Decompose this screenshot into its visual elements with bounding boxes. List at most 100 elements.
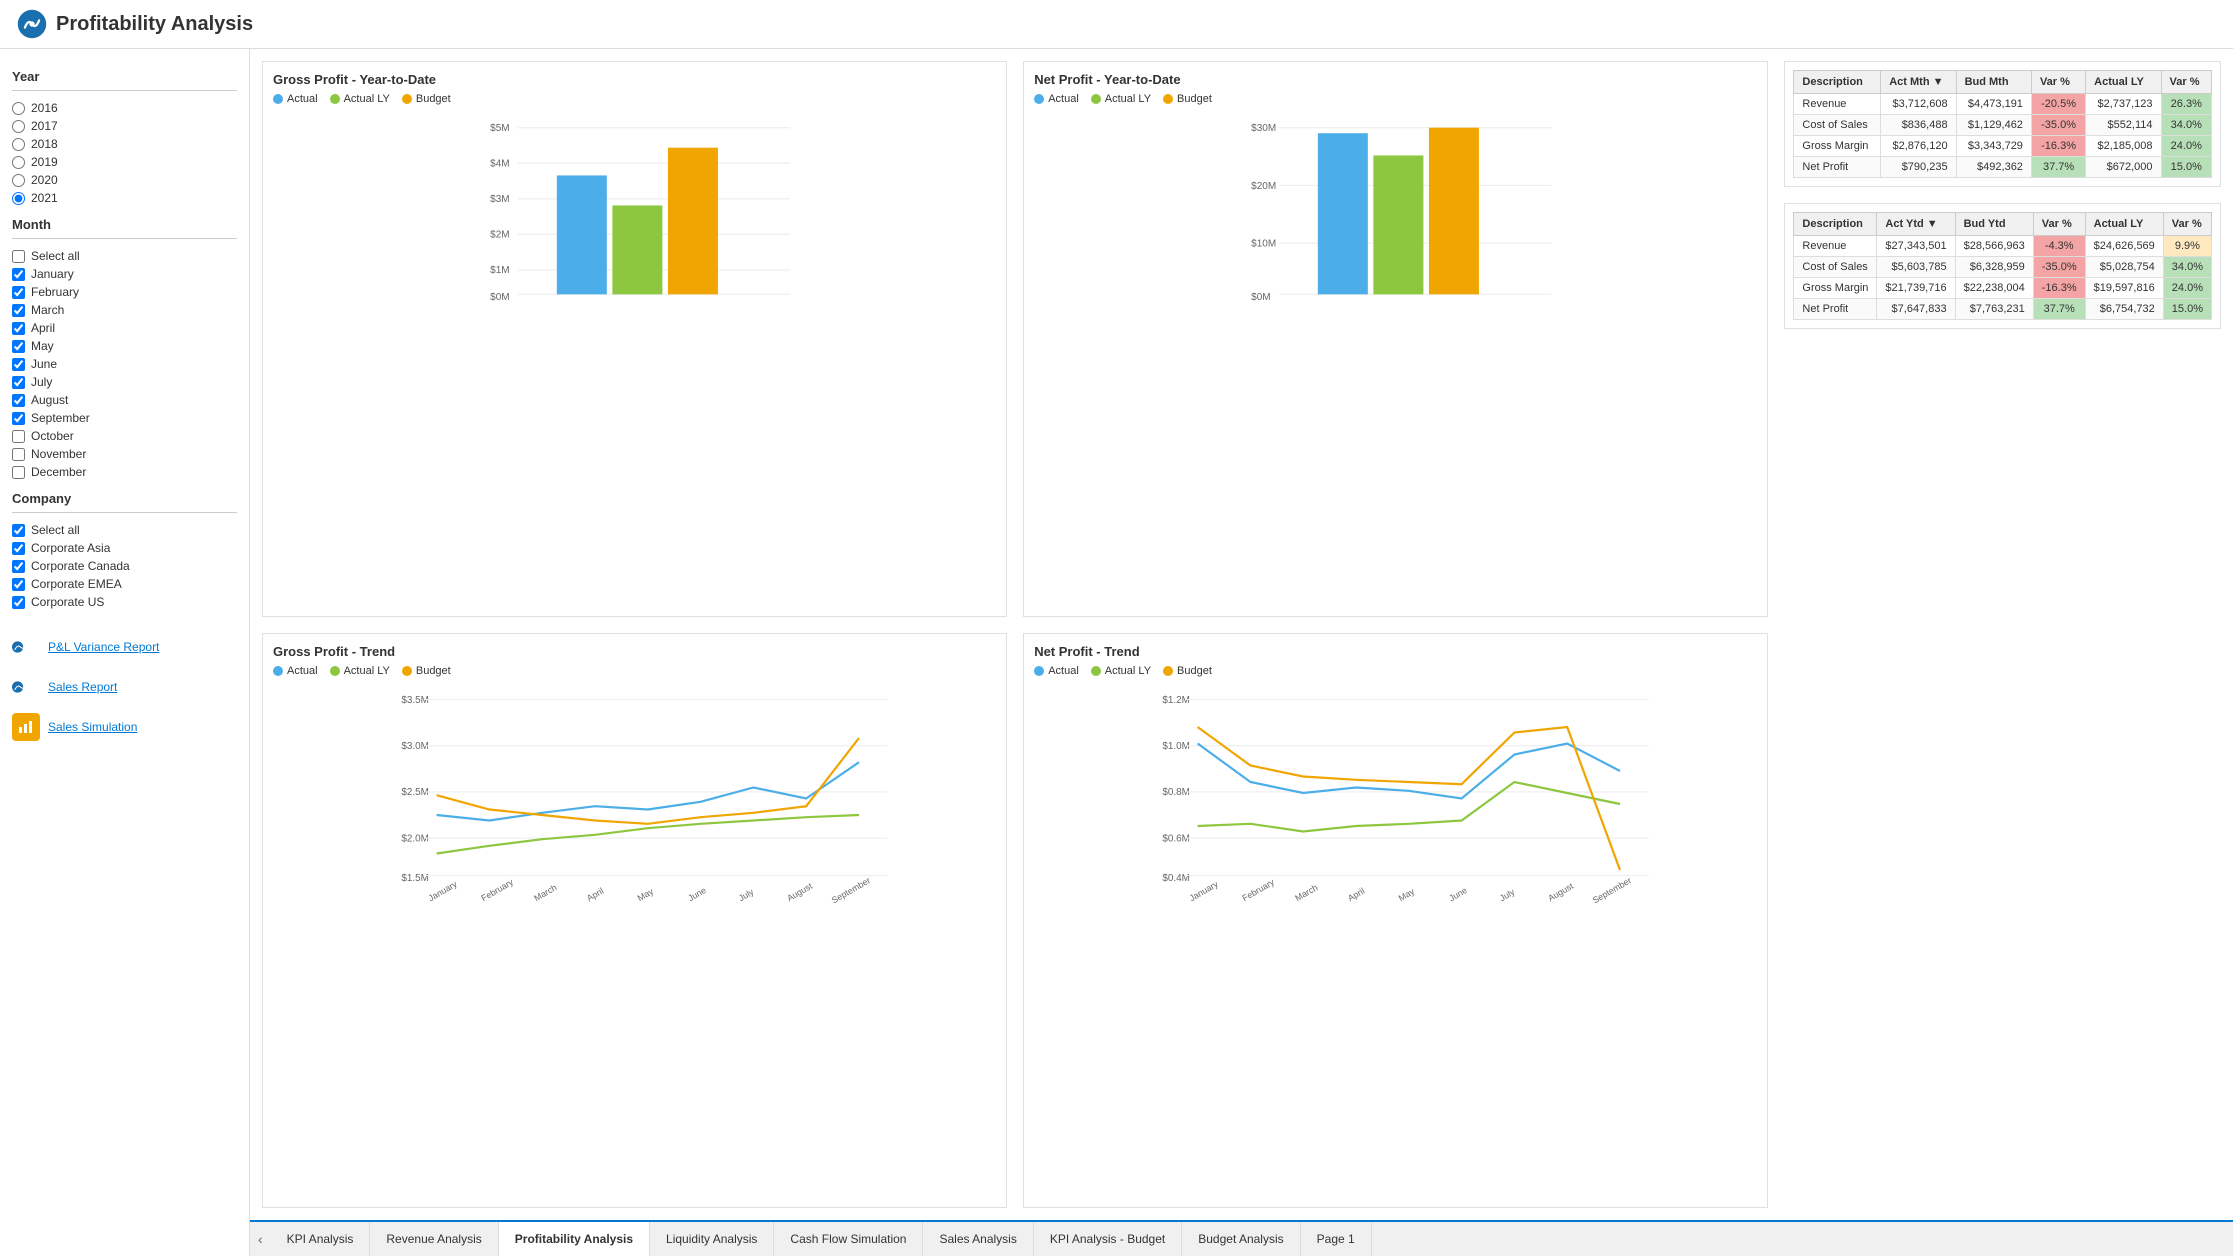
month-check-march[interactable]: March xyxy=(12,301,237,319)
tab-kpi-analysis---budget[interactable]: KPI Analysis - Budget xyxy=(1034,1222,1182,1256)
cell-act-ly: $2,185,008 xyxy=(2086,136,2161,157)
ytd-table-panel: Description Act Ytd ▼ Bud Ytd Var % Actu… xyxy=(1784,203,2221,329)
year-radio-2020[interactable]: 2020 xyxy=(12,171,237,189)
company-checkbox-group: Select allCorporate AsiaCorporate Canada… xyxy=(12,521,237,611)
month-check-february[interactable]: February xyxy=(12,283,237,301)
solver-icon-sales xyxy=(12,673,40,701)
tab-revenue-analysis[interactable]: Revenue Analysis xyxy=(370,1222,498,1256)
month-check-november[interactable]: November xyxy=(12,445,237,463)
svg-text:June: June xyxy=(686,884,708,902)
np-ytd-chart: $30M $20M $10M $0M xyxy=(1034,111,1757,311)
month-check-may[interactable]: May xyxy=(12,337,237,355)
month-check-august[interactable]: August xyxy=(12,391,237,409)
svg-text:$4M: $4M xyxy=(490,159,509,170)
month-check-april[interactable]: April xyxy=(12,319,237,337)
month-check-october[interactable]: October xyxy=(12,427,237,445)
sales-report-link-item[interactable]: Sales Report xyxy=(12,667,237,707)
month-check-june[interactable]: June xyxy=(12,355,237,373)
tab-scroll-left[interactable]: ‹ xyxy=(250,1222,271,1256)
svg-text:$2M: $2M xyxy=(490,230,509,241)
company-check-corporate-asia[interactable]: Corporate Asia xyxy=(12,539,237,557)
cell-var-pct: -20.5% xyxy=(2031,94,2085,115)
pl-variance-link-item[interactable]: P&L Variance Report xyxy=(12,627,237,667)
year-radio-2017[interactable]: 2017 xyxy=(12,117,237,135)
cell-bud-mth: $4,473,191 xyxy=(1956,94,2031,115)
cell-var-pct2: 15.0% xyxy=(2163,299,2211,320)
cell-bud-ytd: $6,328,959 xyxy=(1955,257,2033,278)
tab-kpi-analysis[interactable]: KPI Analysis xyxy=(271,1222,371,1256)
col-var-pct2-mth: Var % xyxy=(2161,71,2211,94)
cell-act-ly: $24,626,569 xyxy=(2085,236,2163,257)
svg-text:$0.6M: $0.6M xyxy=(1163,833,1191,844)
month-check-september[interactable]: September xyxy=(12,409,237,427)
table-row: Net Profit $7,647,833 $7,763,231 37.7% $… xyxy=(1794,299,2212,320)
svg-text:$2.0M: $2.0M xyxy=(401,833,429,844)
sales-simulation-link[interactable]: Sales Simulation xyxy=(48,720,137,734)
col-var-pct-mth: Var % xyxy=(2031,71,2085,94)
legend-actual: Actual xyxy=(273,93,318,105)
svg-text:April: April xyxy=(1346,885,1366,902)
year-radio-2021[interactable]: 2021 xyxy=(12,189,237,207)
svg-text:April: April xyxy=(585,885,605,902)
np-legend-actual-ly: Actual LY xyxy=(1091,93,1151,105)
cell-act-mth: $2,876,120 xyxy=(1881,136,1956,157)
gp-ytd-chart: $5M $4M $3M $2M $1M $0M xyxy=(273,111,996,311)
cell-desc: Net Profit xyxy=(1794,299,1877,320)
gp-ytd-title: Gross Profit - Year-to-Date xyxy=(273,72,996,87)
company-check-corporate-emea[interactable]: Corporate EMEA xyxy=(12,575,237,593)
np-trend-chart: $1.2M $1.0M $0.8M $0.6M $0.4M January Fe… xyxy=(1034,683,1757,903)
tab-page-1[interactable]: Page 1 xyxy=(1301,1222,1372,1256)
cell-var-pct2: 34.0% xyxy=(2161,115,2211,136)
month-check-december[interactable]: December xyxy=(12,463,237,481)
sidebar: Year 201620172018201920202021 Month Sele… xyxy=(0,49,250,1256)
tab-profitability-analysis[interactable]: Profitability Analysis xyxy=(499,1220,650,1256)
svg-text:March: March xyxy=(532,882,558,903)
npt-legend-budget: Budget xyxy=(1163,665,1212,677)
svg-text:January: January xyxy=(1188,878,1221,902)
svg-text:May: May xyxy=(1397,885,1417,902)
svg-text:March: March xyxy=(1293,882,1319,903)
svg-text:$1.0M: $1.0M xyxy=(1163,741,1191,752)
year-radio-2016[interactable]: 2016 xyxy=(12,99,237,117)
svg-text:August: August xyxy=(1546,880,1575,902)
sales-report-link[interactable]: Sales Report xyxy=(48,680,117,694)
year-radio-2018[interactable]: 2018 xyxy=(12,135,237,153)
cell-var-pct: 37.7% xyxy=(2031,157,2085,178)
month-check-select-all[interactable]: Select all xyxy=(12,247,237,265)
np-legend-actual: Actual xyxy=(1034,93,1079,105)
month-check-january[interactable]: January xyxy=(12,265,237,283)
tab-cash-flow-simulation[interactable]: Cash Flow Simulation xyxy=(774,1222,923,1256)
col-desc-mth: Description xyxy=(1794,71,1881,94)
pl-variance-link[interactable]: P&L Variance Report xyxy=(48,640,159,654)
cell-var-pct2: 26.3% xyxy=(2161,94,2211,115)
cell-act-ytd: $21,739,716 xyxy=(1877,278,1955,299)
cell-act-ly: $672,000 xyxy=(2086,157,2161,178)
month-check-july[interactable]: July xyxy=(12,373,237,391)
svg-text:September: September xyxy=(830,875,872,903)
company-check-corporate-canada[interactable]: Corporate Canada xyxy=(12,557,237,575)
gp-trend-title: Gross Profit - Trend xyxy=(273,644,996,659)
col-act-ytd: Act Ytd ▼ xyxy=(1877,213,1955,236)
tab-budget-analysis[interactable]: Budget Analysis xyxy=(1182,1222,1300,1256)
gpt-legend-actual-ly: Actual LY xyxy=(330,665,390,677)
col-var-pct-ytd: Var % xyxy=(2033,213,2085,236)
sales-simulation-link-item[interactable]: Sales Simulation xyxy=(12,707,237,747)
cell-desc: Revenue xyxy=(1794,236,1877,257)
legend-actual-ly: Actual LY xyxy=(330,93,390,105)
legend-budget: Budget xyxy=(402,93,451,105)
year-radio-2019[interactable]: 2019 xyxy=(12,153,237,171)
cell-act-ly: $19,597,816 xyxy=(2085,278,2163,299)
gp-trend-legend: Actual Actual LY Budget xyxy=(273,665,996,677)
cell-act-mth: $3,712,608 xyxy=(1881,94,1956,115)
col-desc-ytd: Description xyxy=(1794,213,1877,236)
col-bud-mth: Bud Mth xyxy=(1956,71,2031,94)
svg-text:$0.8M: $0.8M xyxy=(1163,787,1191,798)
tab-liquidity-analysis[interactable]: Liquidity Analysis xyxy=(650,1222,774,1256)
page-title: Profitability Analysis xyxy=(56,13,253,36)
tab-sales-analysis[interactable]: Sales Analysis xyxy=(923,1222,1033,1256)
company-check-select-all[interactable]: Select all xyxy=(12,521,237,539)
nav-links: P&L Variance Report Sales Report Sales S… xyxy=(12,627,237,747)
company-check-corporate-us[interactable]: Corporate US xyxy=(12,593,237,611)
np-trend-panel: Net Profit - Trend Actual Actual LY Budg… xyxy=(1023,633,1768,1209)
simulation-icon xyxy=(12,713,40,741)
